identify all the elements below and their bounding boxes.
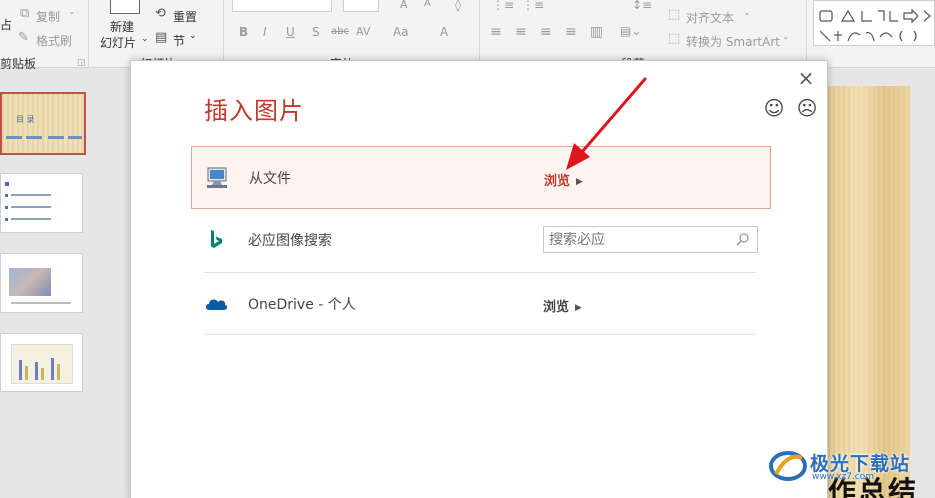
align-left-button[interactable]: ≡ bbox=[490, 24, 502, 40]
font-name-dropdown[interactable] bbox=[232, 0, 332, 12]
bing-search-box[interactable] bbox=[543, 226, 758, 253]
slide-thumbnail-4[interactable] bbox=[0, 333, 83, 392]
reset-button[interactable]: 重置 bbox=[173, 8, 197, 25]
thumbnail-title: 目 录 bbox=[16, 115, 35, 124]
font-size-dropdown[interactable] bbox=[343, 0, 379, 12]
onedrive-browse-link[interactable]: 浏览 ▶ bbox=[543, 296, 582, 315]
chevron-down-icon: ⌄ bbox=[189, 31, 197, 41]
align-text-button[interactable]: 对齐文本 bbox=[686, 9, 734, 26]
chevron-down-icon: ⌄ bbox=[141, 34, 149, 44]
shadow-button[interactable]: S bbox=[312, 25, 320, 39]
watermark-logo-icon bbox=[769, 451, 807, 481]
chevron-down-icon: ⌄ bbox=[743, 8, 751, 18]
close-button[interactable]: × bbox=[795, 67, 817, 89]
justify-button[interactable]: ≡ bbox=[565, 24, 577, 40]
onedrive-label: OneDrive - 个人 bbox=[248, 297, 356, 313]
shrink-font-button[interactable]: A bbox=[424, 0, 431, 9]
reset-icon: ⟲ bbox=[155, 6, 166, 21]
row-divider bbox=[204, 334, 756, 335]
format-painter-icon: ✎ bbox=[18, 30, 29, 45]
bing-search-row: 必应图像搜索 bbox=[191, 209, 771, 272]
bing-icon bbox=[211, 230, 222, 248]
section-icon: ▤ bbox=[155, 30, 168, 45]
new-slide-icon bbox=[110, 0, 140, 14]
slide-thumbnail-panel: 目 录 bbox=[0, 69, 92, 498]
font-color-button[interactable]: A bbox=[440, 25, 448, 39]
align-center-button[interactable]: ≡ bbox=[515, 24, 527, 40]
search-icon[interactable] bbox=[734, 231, 752, 249]
columns-button[interactable]: ▤⌄ bbox=[620, 24, 641, 38]
paste-button-partial[interactable]: 占 bbox=[0, 16, 12, 33]
align-right-button[interactable]: ≡ bbox=[540, 24, 552, 40]
frown-feedback-button[interactable]: ☹ bbox=[796, 97, 818, 119]
clear-format-button[interactable]: ◊ bbox=[455, 0, 461, 12]
distributed-button[interactable]: ▥ bbox=[590, 24, 603, 40]
watermark-url: www.xz7.com bbox=[812, 472, 874, 482]
computer-icon bbox=[207, 167, 227, 188]
copy-button[interactable]: 复制 bbox=[36, 8, 60, 25]
shapes-gallery-icons bbox=[819, 8, 931, 42]
bullets-button[interactable]: ⋮≡ bbox=[492, 0, 514, 12]
section-button[interactable]: 节 bbox=[173, 32, 185, 49]
from-file-browse-link[interactable]: 浏览 ▶ bbox=[544, 170, 583, 189]
slide-thumbnail-2[interactable] bbox=[0, 173, 83, 233]
strikethrough-button[interactable]: abc bbox=[331, 26, 349, 37]
onedrive-cloud-icon bbox=[206, 299, 228, 310]
slide-canvas[interactable] bbox=[828, 86, 910, 498]
ribbon: 占 ⧉ 复制 ⌄ ✎ 格式刷 剪贴板 ◲ 新建 幻灯片 ⌄ ⟲ 重置 ▤ 节 ⌄… bbox=[0, 0, 935, 71]
line-spacing-button[interactable]: ↕≡ bbox=[632, 0, 652, 12]
dialog-launcher-icon[interactable]: ◲ bbox=[77, 58, 86, 68]
chevron-down-icon: ⌄ bbox=[782, 32, 790, 42]
new-slide-label-1[interactable]: 新建 bbox=[110, 18, 134, 35]
smile-feedback-button[interactable]: ☺ bbox=[763, 97, 785, 119]
slide-thumbnail-3[interactable] bbox=[0, 253, 83, 313]
shapes-gallery[interactable] bbox=[813, 0, 935, 46]
browse-label: 浏览 bbox=[543, 300, 570, 315]
grow-font-button[interactable]: A bbox=[400, 0, 408, 11]
from-file-row[interactable]: 从文件 浏览 ▶ bbox=[191, 146, 771, 209]
bing-search-label: 必应图像搜索 bbox=[248, 233, 332, 249]
insert-picture-dialog: 插入图片 × ☺ ☹ 从文件 浏览▶ 必应图像搜索 O bbox=[130, 60, 828, 498]
caret-right-icon: ▶ bbox=[576, 177, 583, 187]
align-text-icon: ⬚ bbox=[668, 7, 681, 22]
bing-search-input[interactable] bbox=[544, 227, 729, 252]
convert-smartart-button[interactable]: 转换为 SmartArt bbox=[686, 33, 780, 50]
italic-button[interactable]: I bbox=[263, 25, 267, 39]
dialog-title: 插入图片 bbox=[204, 97, 304, 125]
onedrive-row[interactable]: OneDrive - 个人 浏览 ▶ bbox=[191, 273, 771, 336]
numbering-button[interactable]: ⋮≡ bbox=[522, 0, 544, 12]
change-case-button[interactable]: Aa bbox=[393, 25, 409, 39]
watermark: 极光下载站 www.xz7.com bbox=[768, 446, 935, 486]
underline-button[interactable]: U bbox=[286, 25, 295, 39]
bold-button[interactable]: B bbox=[239, 25, 248, 39]
smartart-icon: ⬚ bbox=[668, 31, 681, 46]
slide-thumbnail-1[interactable]: 目 录 bbox=[0, 92, 86, 155]
browse-label: 浏览 bbox=[544, 174, 571, 189]
copy-icon: ⧉ bbox=[20, 6, 30, 21]
format-painter-button[interactable]: 格式刷 bbox=[36, 32, 72, 49]
caret-right-icon: ▶ bbox=[575, 303, 582, 313]
from-file-label: 从文件 bbox=[249, 171, 291, 187]
char-spacing-button[interactable]: AV bbox=[356, 25, 370, 38]
chevron-down-icon: ⌄ bbox=[68, 7, 76, 17]
new-slide-label-2[interactable]: 幻灯片 bbox=[100, 34, 136, 51]
